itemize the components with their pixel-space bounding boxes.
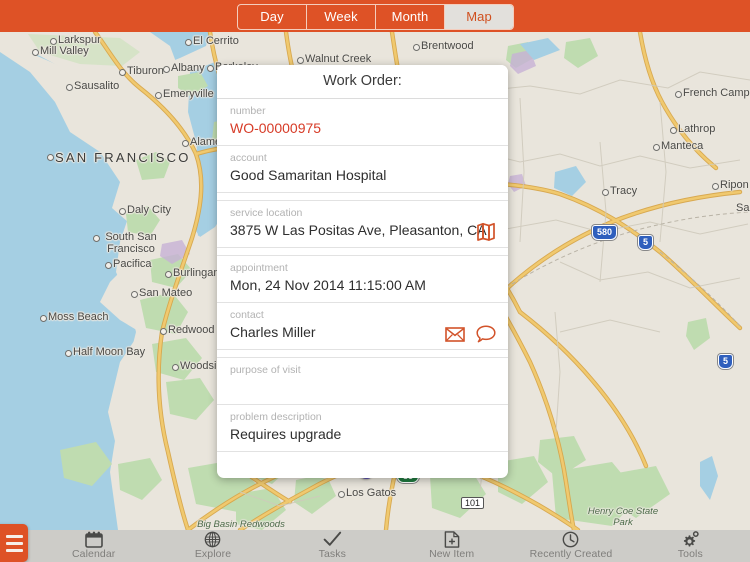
- field-value: Good Samaritan Hospital: [230, 167, 387, 183]
- tab-label: Tools: [677, 548, 703, 560]
- work-order-fields: number WO-00000975 account Good Samaritan H…: [217, 99, 508, 452]
- tab-label: Tasks: [318, 548, 346, 560]
- card-bottom-spacer: [217, 452, 508, 478]
- tab-label: Explore: [194, 548, 232, 560]
- new-document-icon: [444, 531, 460, 548]
- card-title: Work Order:: [217, 65, 508, 99]
- gears-icon: [681, 531, 700, 547]
- app-root: Larkspur Mill Valley Tiburon Sausalito El Ce…: [0, 0, 750, 562]
- field-value: Mon, 24 Nov 2014 11:15:00 AM: [230, 277, 426, 293]
- tab-tasks[interactable]: Tasks: [273, 530, 392, 562]
- field-value: 3875 W Las Positas Ave, Pleasanton, CA: [230, 222, 487, 238]
- field-appointment[interactable]: appointment Mon, 24 Nov 2014 11:15:00 AM: [217, 256, 508, 303]
- field-number[interactable]: number WO-00000975: [217, 99, 508, 146]
- checkmark-icon: [323, 531, 342, 547]
- field-value: Requires upgrade: [230, 426, 342, 442]
- clock-icon: [562, 531, 579, 548]
- calendar-icon: [84, 531, 103, 548]
- field-service-location[interactable]: service location 3875 W Las Positas Ave, …: [217, 201, 508, 248]
- hamburger-bar: [5, 548, 23, 552]
- tab-new-item[interactable]: New Item: [392, 530, 511, 562]
- email-icon[interactable]: [445, 326, 465, 342]
- tab-label: New Item: [429, 548, 475, 560]
- field-group-separator: [217, 350, 508, 358]
- tab-label: Recently Created: [529, 548, 613, 560]
- hamburger-icon[interactable]: [0, 524, 28, 562]
- map-icon[interactable]: [476, 222, 496, 241]
- field-label: problem description: [230, 411, 322, 423]
- globe-icon: [204, 531, 221, 548]
- field-label: appointment: [230, 262, 288, 274]
- field-group-separator: [217, 248, 508, 256]
- field-label: number: [230, 105, 266, 117]
- tab-tools[interactable]: Tools: [631, 530, 750, 562]
- field-actions: [476, 222, 496, 241]
- field-value: WO-00000975: [230, 120, 322, 136]
- field-value: [230, 378, 495, 397]
- field-actions: [445, 325, 496, 343]
- top-toolbar: Day Week Month Map: [0, 0, 750, 32]
- tab-calendar[interactable]: Calendar: [34, 530, 153, 562]
- tab-label: Calendar: [71, 548, 116, 560]
- field-purpose-of-visit[interactable]: purpose of visit: [217, 358, 508, 405]
- field-label: contact: [230, 309, 264, 321]
- segment-month[interactable]: Month: [376, 5, 445, 29]
- tab-recently-created[interactable]: Recently Created: [511, 530, 630, 562]
- segment-day[interactable]: Day: [238, 5, 307, 29]
- bottom-toolbar: Calendar Explore Tasks New Item Recently Cre…: [0, 524, 750, 562]
- hamburger-bar: [5, 534, 23, 538]
- tab-explore[interactable]: Explore: [153, 530, 272, 562]
- segment-week[interactable]: Week: [307, 5, 376, 29]
- segment-map[interactable]: Map: [445, 5, 513, 29]
- field-group-separator: [217, 193, 508, 201]
- hamburger-bar: [5, 541, 23, 545]
- field-problem-description[interactable]: problem description Requires upgrade: [217, 405, 508, 452]
- field-account[interactable]: account Good Samaritan Hospital: [217, 146, 508, 193]
- message-icon[interactable]: [476, 325, 496, 343]
- field-label: purpose of visit: [230, 364, 301, 376]
- field-label: service location: [230, 207, 303, 219]
- tab-bar: Calendar Explore Tasks New Item Recently Cre…: [34, 530, 750, 562]
- field-contact[interactable]: contact Charles Miller: [217, 303, 508, 350]
- view-mode-segmented-control[interactable]: Day Week Month Map: [237, 4, 514, 30]
- work-order-card: Work Order: number WO-00000975 account Good…: [217, 65, 508, 478]
- field-label: account: [230, 152, 267, 164]
